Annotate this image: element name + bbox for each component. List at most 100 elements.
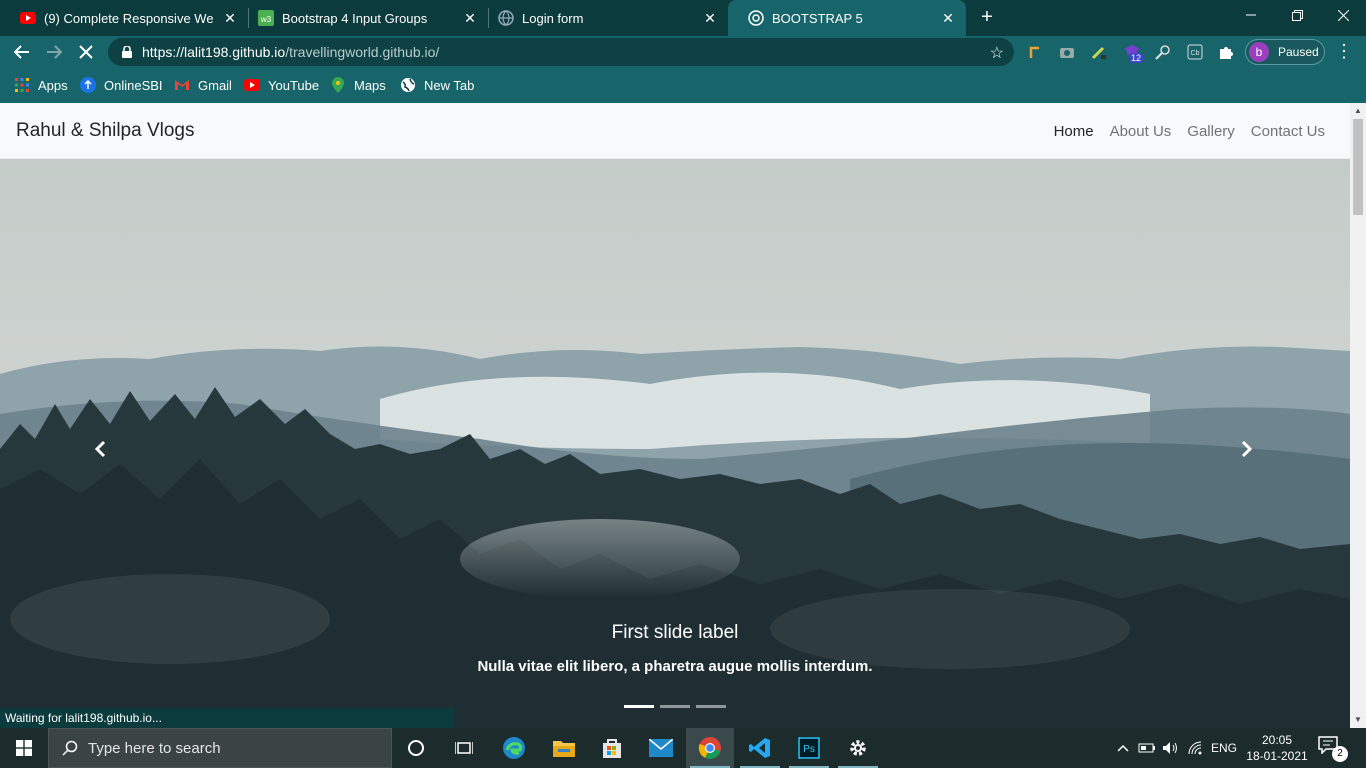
- volume-icon[interactable]: [1161, 728, 1181, 768]
- cortana-icon[interactable]: [392, 728, 440, 768]
- tab-title: (9) Complete Responsive Website: [44, 10, 214, 26]
- new-tab-plus-icon[interactable]: +: [976, 6, 998, 28]
- profile-button[interactable]: b Paused: [1245, 39, 1325, 65]
- carousel-indicators: [624, 705, 732, 708]
- taskbar-search-placeholder: Type here to search: [88, 739, 221, 757]
- tab-login-form[interactable]: Login form ✕: [478, 0, 728, 36]
- scrollbar-thumb[interactable]: [1353, 119, 1363, 215]
- scroll-down-arrow-icon[interactable]: ▼: [1350, 712, 1366, 728]
- tab-youtube[interactable]: (9) Complete Responsive Website ✕: [0, 0, 248, 36]
- url-text[interactable]: https://lalit198.github.io/travellingwor…: [142, 44, 439, 60]
- bookmark-youtube[interactable]: YouTube: [244, 75, 319, 95]
- windows-start-icon[interactable]: [0, 728, 48, 768]
- maps-pin-icon: [330, 77, 346, 93]
- url-host: https://lalit198.github.io: [142, 44, 286, 60]
- taskbar-clock[interactable]: 20:05 18-01-2021: [1244, 732, 1310, 764]
- browser-toolbar: https://lalit198.github.io/travellingwor…: [0, 36, 1366, 68]
- stop-loading-icon[interactable]: [74, 40, 98, 64]
- mail-icon[interactable]: [637, 728, 685, 768]
- extension-badge-icon[interactable]: 12: [1122, 42, 1144, 63]
- language-indicator[interactable]: ENG: [1210, 728, 1238, 768]
- browser-status-bar: Waiting for lalit198.github.io...: [0, 708, 453, 728]
- carousel-indicator[interactable]: [624, 705, 654, 708]
- store-icon[interactable]: [588, 728, 636, 768]
- extension-badge-count: 12: [1129, 53, 1144, 63]
- bookmark-star-icon[interactable]: ☆: [990, 43, 1004, 63]
- tab-bootstrap5[interactable]: BOOTSTRAP 5 ✕: [728, 0, 966, 36]
- battery-icon[interactable]: [1137, 728, 1157, 768]
- minimize-icon[interactable]: [1228, 0, 1274, 30]
- bookmark-label: OnlineSBI: [104, 77, 163, 93]
- bookmark-label: New Tab: [424, 77, 475, 93]
- notification-badge: 2: [1332, 746, 1348, 762]
- close-window-icon[interactable]: [1320, 0, 1366, 30]
- photoshop-icon[interactable]: Ps: [785, 728, 833, 768]
- tab-title: Bootstrap 4 Input Groups: [282, 10, 428, 26]
- bookmark-new-tab[interactable]: New Tab: [400, 75, 474, 95]
- bookmark-maps[interactable]: Maps: [330, 75, 386, 95]
- camera-icon[interactable]: [1057, 42, 1077, 62]
- page-scrollbar[interactable]: ▲ ▼: [1350, 103, 1366, 728]
- tab-bootstrap4[interactable]: w3 Bootstrap 4 Input Groups ✕: [238, 0, 488, 36]
- wifi-icon[interactable]: [1186, 728, 1206, 768]
- youtube-icon: [20, 10, 36, 26]
- tab-strip: (9) Complete Responsive Website ✕ w3 Boo…: [0, 0, 1366, 36]
- page-viewport: Rahul & Shilpa Vlogs Home About Us Galle…: [0, 103, 1350, 728]
- bookmark-apps[interactable]: Apps: [14, 75, 68, 95]
- hero-carousel: First slide label Nulla vitae elit liber…: [0, 159, 1350, 728]
- carousel-caption-title: First slide label: [611, 622, 739, 643]
- carousel-next-chevron-icon[interactable]: [1227, 429, 1267, 469]
- color-picker-icon[interactable]: [1089, 42, 1109, 62]
- tab-close-icon[interactable]: ✕: [222, 10, 238, 26]
- tray-chevron-up-icon[interactable]: [1113, 728, 1133, 768]
- nav-link-gallery[interactable]: Gallery: [1187, 123, 1235, 140]
- tab-close-icon[interactable]: ✕: [702, 10, 718, 26]
- forward-arrow-icon[interactable]: [42, 40, 66, 64]
- carousel-prev-chevron-icon[interactable]: [80, 429, 120, 469]
- scroll-up-arrow-icon[interactable]: ▲: [1350, 103, 1366, 119]
- kebab-menu-icon[interactable]: ⋮: [1334, 42, 1354, 62]
- eye-dropper-icon[interactable]: [1153, 42, 1173, 62]
- tab-close-icon[interactable]: ✕: [940, 10, 956, 26]
- github-pages-icon: [748, 10, 764, 26]
- puzzle-extensions-icon[interactable]: [1216, 42, 1236, 62]
- vscode-icon[interactable]: [736, 728, 784, 768]
- extension-flag-icon[interactable]: [1025, 42, 1045, 62]
- bookmark-onlinesbi[interactable]: OnlineSBI: [80, 75, 163, 95]
- nav-link-home[interactable]: Home: [1054, 123, 1094, 140]
- nav-link-contact-us[interactable]: Contact Us: [1251, 123, 1325, 140]
- task-view-icon[interactable]: [440, 728, 488, 768]
- settings-icon[interactable]: [834, 728, 882, 768]
- notification-center-icon[interactable]: 2: [1318, 736, 1348, 762]
- windows-taskbar: Type here to search Ps ENG 20:05 18-01-2…: [0, 728, 1366, 768]
- bookmark-label: Maps: [354, 77, 386, 93]
- back-arrow-icon[interactable]: [10, 40, 34, 64]
- globe-icon: [498, 10, 514, 26]
- carousel-indicator[interactable]: [660, 705, 690, 708]
- svg-text:Cb: Cb: [1191, 50, 1200, 57]
- lock-icon[interactable]: [120, 45, 134, 59]
- address-bar[interactable]: https://lalit198.github.io/travellingwor…: [108, 38, 1014, 66]
- carousel-indicator[interactable]: [696, 705, 726, 708]
- tab-close-icon[interactable]: ✕: [462, 10, 478, 26]
- chrome-icon[interactable]: [686, 728, 734, 768]
- bookmark-gmail[interactable]: Gmail: [174, 75, 232, 95]
- site-brand[interactable]: Rahul & Shilpa Vlogs: [16, 120, 195, 142]
- restore-icon[interactable]: [1274, 0, 1320, 30]
- globe-icon: [400, 77, 416, 93]
- tab-title: BOOTSTRAP 5: [772, 10, 863, 26]
- site-nav-links: Home About Us Gallery Contact Us: [1038, 123, 1325, 140]
- sbi-icon: [80, 77, 96, 93]
- carousel-caption-text: Nulla vitae elit libero, a pharetra augu…: [477, 658, 873, 675]
- youtube-icon: [244, 77, 260, 93]
- bookmarks-bar: Apps OnlineSBI Gmail YouTube Maps New Ta…: [0, 68, 1366, 103]
- clock-time: 20:05: [1261, 733, 1293, 747]
- clock-date: 18-01-2021: [1246, 749, 1308, 763]
- cb-extension-icon[interactable]: Cb: [1185, 42, 1205, 62]
- taskbar-search-box[interactable]: Type here to search: [48, 728, 392, 768]
- bookmark-label: Gmail: [198, 77, 232, 93]
- edge-icon[interactable]: [490, 728, 538, 768]
- nav-link-about-us[interactable]: About Us: [1110, 123, 1172, 140]
- bookmark-label: YouTube: [268, 77, 320, 93]
- file-explorer-icon[interactable]: [540, 728, 588, 768]
